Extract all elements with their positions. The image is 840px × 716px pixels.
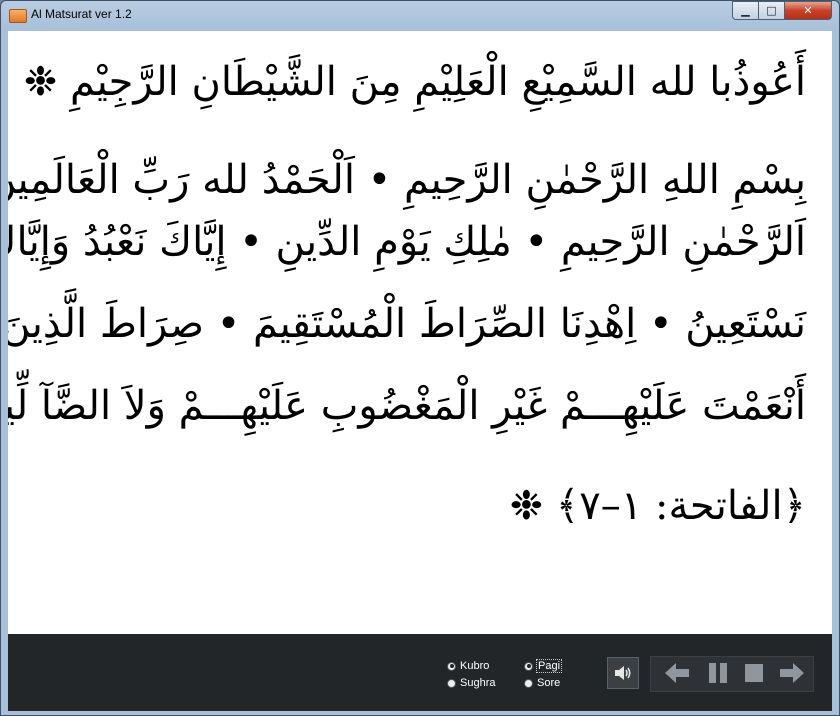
- radio-dot[interactable]: [447, 661, 456, 671]
- radio-kubro[interactable]: Kubro: [447, 658, 489, 674]
- client-area: أَعُوذُبا لله السَّمِيْعِ الْعَلِيْمِ مِ…: [8, 31, 832, 711]
- stop-icon: [745, 664, 763, 682]
- text-line-6: ﴿الفاتحة: ١–٧﴾ ❉: [509, 483, 806, 529]
- radio-sore[interactable]: Sore: [524, 675, 560, 691]
- pause-icon: [709, 663, 727, 683]
- radio-dot[interactable]: [524, 661, 533, 671]
- radio-dot[interactable]: [524, 678, 533, 688]
- window-title: Al Matsurat ver 1.2: [31, 7, 132, 21]
- folder-icon: [9, 9, 27, 23]
- radio-sughra[interactable]: Sughra: [447, 675, 495, 691]
- text-line-3: اَلرَّحْمٰنِ الرَّحِيمِ • مٰلِكِ يَوْمِ …: [8, 219, 806, 265]
- radio-label: Pagi: [535, 659, 563, 673]
- arrow-left-icon: [665, 663, 689, 683]
- speaker-icon: [615, 666, 631, 680]
- arabic-text-panel: أَعُوذُبا لله السَّمِيْعِ الْعَلِيْمِ مِ…: [8, 31, 832, 634]
- text-line-2: بِسْمِ اللهِ الرَّحْمٰنِ الرَّحِيمِ • اَ…: [8, 157, 806, 203]
- radio-label: Sore: [537, 677, 561, 689]
- pause-button[interactable]: [705, 656, 731, 690]
- control-bar: Kubro Sughra Pagi Sore: [8, 634, 832, 711]
- arrow-right-icon: [780, 663, 804, 683]
- previous-button[interactable]: [662, 656, 692, 690]
- radio-dot[interactable]: [447, 678, 456, 688]
- stop-button[interactable]: [741, 656, 767, 690]
- radio-label: Kubro: [460, 660, 490, 672]
- minimize-button[interactable]: ▁: [732, 1, 759, 20]
- maximize-button[interactable]: □: [758, 1, 785, 20]
- next-button[interactable]: [777, 656, 807, 690]
- sound-button[interactable]: [607, 657, 639, 689]
- title-bar[interactable]: Al Matsurat ver 1.2 ▁ □ ✕: [1, 1, 839, 31]
- radio-label: Sughra: [460, 677, 496, 689]
- text-line-5: أَنْعَمْتَ عَلَيْهِـــمْ غَيْرِ الْمَغْض…: [8, 383, 806, 429]
- close-button[interactable]: ✕: [784, 1, 832, 20]
- radio-pagi[interactable]: Pagi: [524, 658, 563, 674]
- text-line-1: أَعُوذُبا لله السَّمِيْعِ الْعَلِيْمِ مِ…: [23, 59, 806, 105]
- text-line-4: نَسْتَعِينُ • اِهْدِنَا الصِّرَاطَ الْمُ…: [8, 301, 806, 347]
- app-window: Al Matsurat ver 1.2 ▁ □ ✕ أَعُوذُبا لله …: [0, 0, 840, 716]
